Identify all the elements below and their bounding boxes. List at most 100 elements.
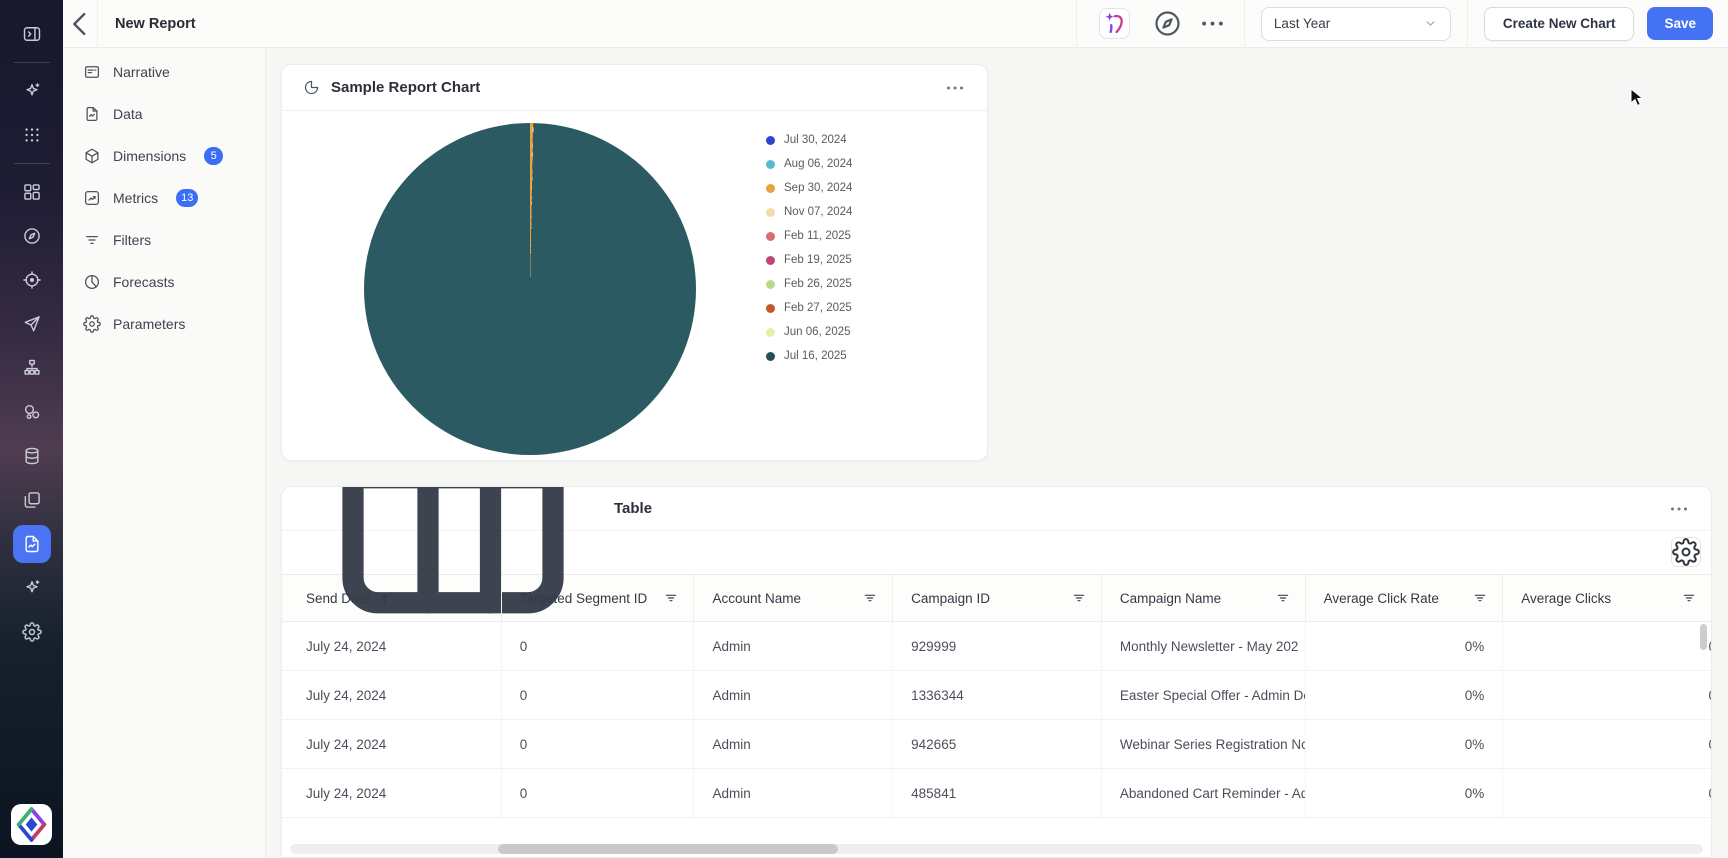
table-cell: Admin <box>694 671 893 719</box>
horizontal-scrollbar-thumb[interactable] <box>498 844 838 854</box>
table-card-title: Table <box>614 500 652 517</box>
parameters-icon <box>83 315 101 333</box>
table-cell: Easter Special Offer - Admin De <box>1102 671 1306 719</box>
table-cell: Admin <box>694 769 893 817</box>
rail-item-target[interactable] <box>13 261 51 299</box>
topbar-actions: Last Year Create New Chart Save <box>1076 0 1728 47</box>
rail-item-pages[interactable] <box>13 481 51 519</box>
table-row[interactable]: July 24, 20240Admin929999Monthly Newslet… <box>282 622 1711 671</box>
column-header-average-clicks[interactable]: Average Clicks <box>1503 575 1711 621</box>
app-logo[interactable] <box>11 804 52 845</box>
sidebar-item-filters[interactable]: Filters <box>71 220 257 260</box>
legend-item[interactable]: Jul 16, 2025 <box>766 344 852 368</box>
table-cell: 0% <box>1306 720 1504 768</box>
legend-item[interactable]: Sep 30, 2024 <box>766 176 852 200</box>
legend-item[interactable]: Feb 27, 2025 <box>766 296 852 320</box>
table-cell: Admin <box>694 720 893 768</box>
vertical-scrollbar-thumb[interactable] <box>1700 624 1707 650</box>
horizontal-scrollbar-track[interactable] <box>290 844 1703 854</box>
column-header-campaign-name[interactable]: Campaign Name <box>1102 575 1306 621</box>
rail-item-panel-toggle[interactable] <box>13 15 51 53</box>
rail-item-sparkles[interactable] <box>13 72 51 110</box>
data-icon <box>83 105 101 123</box>
sidebar-item-label: Metrics <box>113 190 158 206</box>
table-row[interactable]: July 24, 20240Admin942665Webinar Series … <box>282 720 1711 769</box>
gear-icon <box>22 622 42 642</box>
ai-assistant-icon <box>1100 9 1129 38</box>
legend-item[interactable]: Jun 06, 2025 <box>766 320 852 344</box>
pie-chart[interactable] <box>364 123 696 455</box>
legend-item[interactable]: Feb 11, 2025 <box>766 224 852 248</box>
rail-item-sitemap[interactable] <box>13 349 51 387</box>
sidebar-item-label: Parameters <box>113 316 185 332</box>
dimensions-icon <box>83 147 101 165</box>
table-cell: Monthly Newsletter - May 202 <box>1102 622 1306 670</box>
dashboard-icon <box>22 182 42 202</box>
legend-item[interactable]: Nov 07, 2024 <box>766 200 852 224</box>
compass-button[interactable] <box>1152 8 1183 39</box>
rail-item-dots-grid[interactable] <box>13 116 51 154</box>
rail-item-sparkles[interactable] <box>13 569 51 607</box>
sidebar-item-forecasts[interactable]: Forecasts <box>71 262 257 302</box>
filter-icon[interactable] <box>471 590 487 606</box>
filter-icon[interactable] <box>1681 590 1697 606</box>
filter-icon[interactable] <box>1275 590 1291 606</box>
date-range-select[interactable]: Last Year <box>1261 7 1451 41</box>
shapes-icon <box>22 402 42 422</box>
rail-item-database[interactable] <box>13 437 51 475</box>
rail-item-report-doc[interactable] <box>13 525 51 563</box>
column-label: Send Date <box>306 591 370 606</box>
report-sidebar: Narrative DataDimensions5 Metrics 13 Filters… <box>63 48 266 858</box>
mouse-cursor <box>1630 88 1646 108</box>
rail-item-compass[interactable] <box>13 217 51 255</box>
icon-rail <box>0 0 63 858</box>
sidebar-item-narrative[interactable]: Narrative <box>71 52 257 92</box>
create-new-chart-button[interactable]: Create New Chart <box>1484 7 1635 41</box>
table-cell: 0% <box>1306 769 1504 817</box>
sidebar-item-data[interactable]: Data <box>71 94 257 134</box>
filter-icon[interactable] <box>1472 590 1488 606</box>
table-card-menu-button[interactable] <box>1667 497 1691 521</box>
sparkles-icon <box>22 81 42 101</box>
count-badge: 13 <box>176 189 198 207</box>
table-row[interactable]: July 24, 20240Admin485841Abandoned Cart … <box>282 769 1711 818</box>
legend-item[interactable]: Aug 06, 2024 <box>766 152 852 176</box>
legend-item[interactable]: Feb 26, 2025 <box>766 272 852 296</box>
table-cell: Webinar Series Registration Nc <box>1102 720 1306 768</box>
rail-item-gear[interactable] <box>13 613 51 651</box>
sidebar-item-parameters[interactable]: Parameters <box>71 304 257 344</box>
legend-item[interactable]: Jul 30, 2024 <box>766 128 852 152</box>
legend-swatch <box>766 208 775 217</box>
chart-card-menu-button[interactable] <box>943 76 967 100</box>
table-settings-button[interactable] <box>1671 537 1701 567</box>
compass-icon <box>22 226 42 246</box>
save-button[interactable]: Save <box>1647 7 1713 40</box>
ai-assistant-button[interactable] <box>1099 8 1130 39</box>
sidebar-item-label: Narrative <box>113 64 170 80</box>
table-cell: 0 <box>1503 720 1711 768</box>
divider <box>1244 0 1245 48</box>
filter-icon[interactable] <box>663 590 679 606</box>
rail-item-dashboard[interactable] <box>13 173 51 211</box>
column-header-targeted-segment-id[interactable]: Targeted Segment ID <box>502 575 695 621</box>
column-header-campaign-id[interactable]: Campaign ID <box>893 575 1102 621</box>
page-title: New Report <box>115 16 196 32</box>
filter-icon[interactable] <box>1071 590 1087 606</box>
sidebar-item-label: Filters <box>113 232 151 248</box>
table-row[interactable]: July 24, 20240Admin1336344Easter Special… <box>282 671 1711 720</box>
column-header-account-name[interactable]: Account Name <box>694 575 893 621</box>
sidebar-item-metrics[interactable]: Metrics 13 <box>71 178 257 218</box>
table-cell: 929999 <box>893 622 1102 670</box>
back-button[interactable] <box>63 0 98 48</box>
legend-label: Jul 16, 2025 <box>784 350 847 362</box>
rail-item-send[interactable] <box>13 305 51 343</box>
chart-card: Sample Report Chart Jul 30, 2024Aug 06, … <box>281 64 988 461</box>
rail-item-shapes[interactable] <box>13 393 51 431</box>
column-header-average-click-rate[interactable]: Average Click Rate <box>1306 575 1504 621</box>
more-options-button[interactable] <box>1197 8 1228 39</box>
sidebar-item-dimensions[interactable]: Dimensions5 <box>71 136 257 176</box>
filter-icon[interactable] <box>862 590 878 606</box>
column-header-send-date[interactable]: Send Date <box>288 575 502 621</box>
legend-label: Aug 06, 2024 <box>784 158 852 170</box>
legend-item[interactable]: Feb 19, 2025 <box>766 248 852 272</box>
